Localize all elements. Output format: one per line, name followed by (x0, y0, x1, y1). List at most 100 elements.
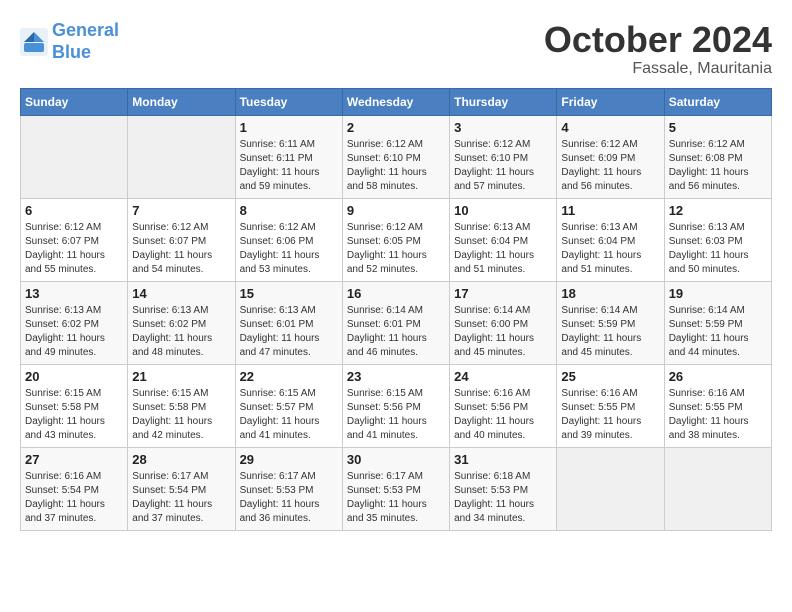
day-number: 12 (669, 203, 767, 218)
calendar-cell: 23Sunrise: 6:15 AMSunset: 5:56 PMDayligh… (342, 364, 449, 447)
day-number: 26 (669, 369, 767, 384)
calendar-cell: 9Sunrise: 6:12 AMSunset: 6:05 PMDaylight… (342, 198, 449, 281)
calendar-week-4: 20 Sunrise: 6:15 AMSunset: 5:58 PMDayligh… (21, 364, 772, 447)
calendar-week-2: 6Sunrise: 6:12 AMSunset: 6:07 PMDaylight… (21, 198, 772, 281)
day-info: Sunrise: 6:12 AMSunset: 6:09 PMDaylight:… (561, 138, 659, 194)
calendar-cell: 24Sunrise: 6:16 AMSunset: 5:56 PMDayligh… (450, 364, 557, 447)
day-number: 2 (347, 120, 445, 135)
day-info: Sunrise: 6:13 AMSunset: 6:01 PMDaylight:… (240, 304, 338, 360)
day-number: 10 (454, 203, 552, 218)
day-info: Sunrise: 6:17 AMSunset: 5:54 PMDaylight:… (132, 470, 230, 526)
calendar-week-3: 13 Sunrise: 6:13 AMSunset: 6:02 PMDayligh… (21, 281, 772, 364)
day-info: Sunrise: 6:12 AMSunset: 6:08 PMDaylight:… (669, 138, 767, 194)
day-info: Sunrise: 6:12 AMSunset: 6:10 PMDaylight:… (347, 138, 445, 194)
day-number: 7 (132, 203, 230, 218)
calendar-cell: 11 Sunrise: 6:13 AMSunset: 6:04 PMDayligh… (557, 198, 664, 281)
calendar-week-1: 1 Sunrise: 6:11 AMSunset: 6:11 PMDaylight… (21, 115, 772, 198)
month-title: October 2024 (544, 20, 772, 60)
logo: General Blue (20, 20, 119, 63)
calendar-cell: 28 Sunrise: 6:17 AMSunset: 5:54 PMDayligh… (128, 447, 235, 530)
weekday-header-friday: Friday (557, 88, 664, 115)
calendar-cell: 15 Sunrise: 6:13 AMSunset: 6:01 PMDayligh… (235, 281, 342, 364)
calendar-cell: 16Sunrise: 6:14 AMSunset: 6:01 PMDayligh… (342, 281, 449, 364)
calendar-week-5: 27 Sunrise: 6:16 AMSunset: 5:54 PMDayligh… (21, 447, 772, 530)
calendar-cell: 21 Sunrise: 6:15 AMSunset: 5:58 PMDayligh… (128, 364, 235, 447)
calendar-cell: 1 Sunrise: 6:11 AMSunset: 6:11 PMDaylight… (235, 115, 342, 198)
day-info: Sunrise: 6:13 AMSunset: 6:02 PMDaylight:… (132, 304, 230, 360)
calendar-cell: 30Sunrise: 6:17 AMSunset: 5:53 PMDayligh… (342, 447, 449, 530)
calendar-cell: 22 Sunrise: 6:15 AMSunset: 5:57 PMDayligh… (235, 364, 342, 447)
calendar-cell: 13 Sunrise: 6:13 AMSunset: 6:02 PMDayligh… (21, 281, 128, 364)
weekday-header-monday: Monday (128, 88, 235, 115)
day-info: Sunrise: 6:11 AMSunset: 6:11 PMDaylight:… (240, 138, 338, 194)
calendar-cell: 12 Sunrise: 6:13 AMSunset: 6:03 PMDayligh… (664, 198, 771, 281)
calendar-cell: 31Sunrise: 6:18 AMSunset: 5:53 PMDayligh… (450, 447, 557, 530)
day-info: Sunrise: 6:13 AMSunset: 6:02 PMDaylight:… (25, 304, 123, 360)
calendar-cell: 8 Sunrise: 6:12 AMSunset: 6:06 PMDaylight… (235, 198, 342, 281)
logo-general: General (52, 20, 119, 40)
day-info: Sunrise: 6:12 AMSunset: 6:10 PMDaylight:… (454, 138, 552, 194)
day-info: Sunrise: 6:12 AMSunset: 6:06 PMDaylight:… (240, 221, 338, 277)
day-number: 3 (454, 120, 552, 135)
day-number: 28 (132, 452, 230, 467)
day-number: 29 (240, 452, 338, 467)
day-number: 6 (25, 203, 123, 218)
calendar-cell: 18 Sunrise: 6:14 AMSunset: 5:59 PMDayligh… (557, 281, 664, 364)
calendar-cell: 25Sunrise: 6:16 AMSunset: 5:55 PMDayligh… (557, 364, 664, 447)
day-number: 20 (25, 369, 123, 384)
calendar-cell: 2 Sunrise: 6:12 AMSunset: 6:10 PMDaylight… (342, 115, 449, 198)
calendar-table: SundayMondayTuesdayWednesdayThursdayFrid… (20, 88, 772, 531)
day-info: Sunrise: 6:16 AMSunset: 5:55 PMDaylight:… (669, 387, 767, 443)
calendar-cell: 14 Sunrise: 6:13 AMSunset: 6:02 PMDayligh… (128, 281, 235, 364)
day-number: 13 (25, 286, 123, 301)
day-info: Sunrise: 6:15 AMSunset: 5:57 PMDaylight:… (240, 387, 338, 443)
day-info: Sunrise: 6:13 AMSunset: 6:04 PMDaylight:… (454, 221, 552, 277)
title-section: October 2024 Fassale, Mauritania (544, 20, 772, 78)
day-info: Sunrise: 6:16 AMSunset: 5:54 PMDaylight:… (25, 470, 123, 526)
calendar-cell: 27 Sunrise: 6:16 AMSunset: 5:54 PMDayligh… (21, 447, 128, 530)
calendar-cell (128, 115, 235, 198)
weekday-header-saturday: Saturday (664, 88, 771, 115)
calendar-body: 1 Sunrise: 6:11 AMSunset: 6:11 PMDaylight… (21, 115, 772, 530)
calendar-cell: 26 Sunrise: 6:16 AMSunset: 5:55 PMDayligh… (664, 364, 771, 447)
day-info: Sunrise: 6:13 AMSunset: 6:03 PMDaylight:… (669, 221, 767, 277)
day-number: 17 (454, 286, 552, 301)
calendar-cell: 4 Sunrise: 6:12 AMSunset: 6:09 PMDaylight… (557, 115, 664, 198)
day-number: 4 (561, 120, 659, 135)
day-number: 14 (132, 286, 230, 301)
day-number: 11 (561, 203, 659, 218)
calendar-cell (557, 447, 664, 530)
day-number: 22 (240, 369, 338, 384)
day-number: 15 (240, 286, 338, 301)
calendar-cell (664, 447, 771, 530)
day-info: Sunrise: 6:14 AMSunset: 5:59 PMDaylight:… (561, 304, 659, 360)
calendar-cell: 7Sunrise: 6:12 AMSunset: 6:07 PMDaylight… (128, 198, 235, 281)
day-info: Sunrise: 6:14 AMSunset: 6:01 PMDaylight:… (347, 304, 445, 360)
day-number: 1 (240, 120, 338, 135)
calendar-cell: 5 Sunrise: 6:12 AMSunset: 6:08 PMDaylight… (664, 115, 771, 198)
weekday-header-thursday: Thursday (450, 88, 557, 115)
calendar-cell: 10 Sunrise: 6:13 AMSunset: 6:04 PMDayligh… (450, 198, 557, 281)
calendar-cell: 6Sunrise: 6:12 AMSunset: 6:07 PMDaylight… (21, 198, 128, 281)
calendar-cell: 3 Sunrise: 6:12 AMSunset: 6:10 PMDaylight… (450, 115, 557, 198)
day-info: Sunrise: 6:12 AMSunset: 6:05 PMDaylight:… (347, 221, 445, 277)
day-info: Sunrise: 6:16 AMSunset: 5:56 PMDaylight:… (454, 387, 552, 443)
calendar-cell: 19 Sunrise: 6:14 AMSunset: 5:59 PMDayligh… (664, 281, 771, 364)
day-info: Sunrise: 6:15 AMSunset: 5:56 PMDaylight:… (347, 387, 445, 443)
page-header: General Blue October 2024 Fassale, Mauri… (20, 20, 772, 78)
day-number: 8 (240, 203, 338, 218)
day-number: 5 (669, 120, 767, 135)
location-subtitle: Fassale, Mauritania (544, 60, 772, 78)
day-info: Sunrise: 6:14 AMSunset: 6:00 PMDaylight:… (454, 304, 552, 360)
day-number: 27 (25, 452, 123, 467)
day-number: 21 (132, 369, 230, 384)
day-number: 25 (561, 369, 659, 384)
day-number: 18 (561, 286, 659, 301)
day-number: 19 (669, 286, 767, 301)
day-info: Sunrise: 6:13 AMSunset: 6:04 PMDaylight:… (561, 221, 659, 277)
weekday-header-wednesday: Wednesday (342, 88, 449, 115)
logo-blue: Blue (52, 42, 91, 62)
day-info: Sunrise: 6:17 AMSunset: 5:53 PMDaylight:… (347, 470, 445, 526)
day-info: Sunrise: 6:15 AMSunset: 5:58 PMDaylight:… (132, 387, 230, 443)
day-info: Sunrise: 6:14 AMSunset: 5:59 PMDaylight:… (669, 304, 767, 360)
